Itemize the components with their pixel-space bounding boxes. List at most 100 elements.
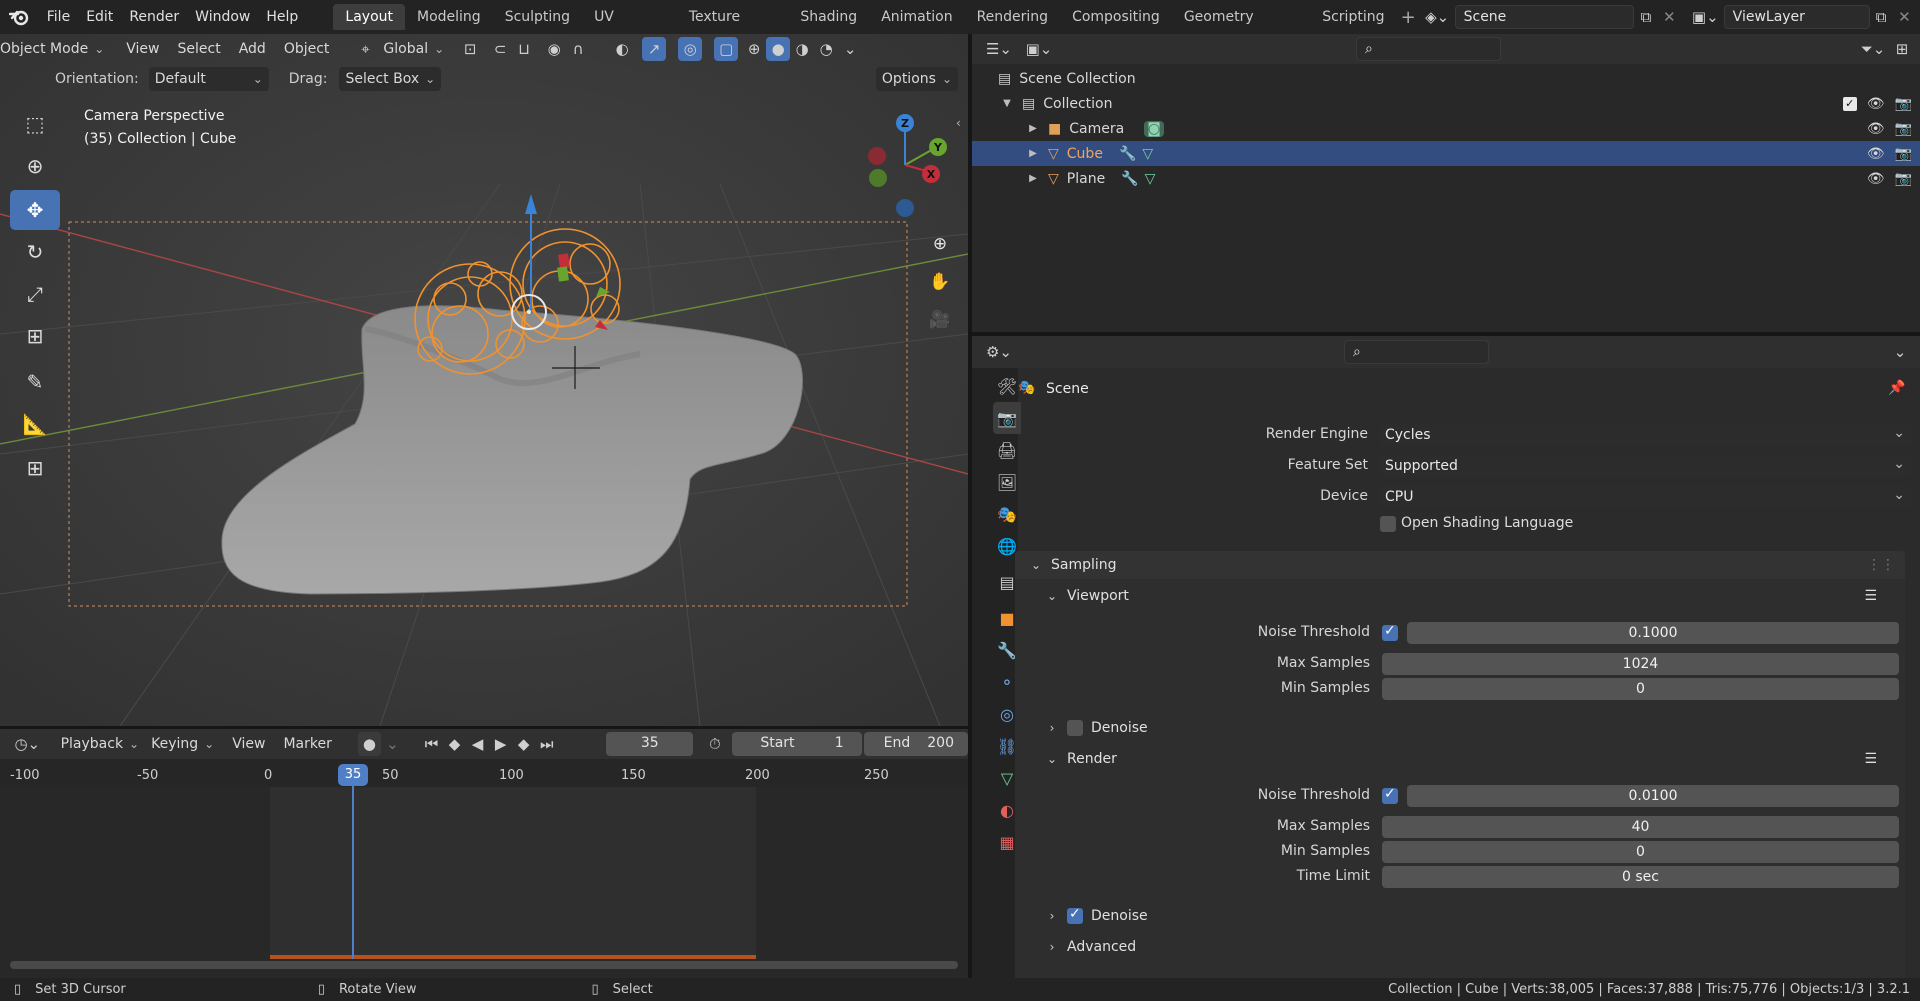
view-layer-selector-icon[interactable]: ▣⌄ <box>1687 5 1724 29</box>
menu-file[interactable]: File <box>39 0 78 34</box>
sampling-drag-handle-icon[interactable]: ⋮⋮ <box>1867 557 1895 573</box>
render-engine-dropdown[interactable]: Cycles <box>1379 422 1911 446</box>
add-workspace-icon[interactable]: + <box>1396 5 1419 29</box>
menu-edit[interactable]: Edit <box>78 0 121 34</box>
cube-render-camera-icon[interactable]: 📷 <box>1895 146 1912 162</box>
viewport-noise-threshold-field[interactable]: 0.1000 <box>1407 622 1899 644</box>
tab-scripting[interactable]: Scripting <box>1310 4 1396 30</box>
outliner-scene-collection[interactable]: ▤ Scene Collection <box>972 66 1920 91</box>
collection-render-camera-icon[interactable]: 📷 <box>1895 96 1912 112</box>
tab-compositing[interactable]: Compositing <box>1060 4 1172 30</box>
viewport-menu-add[interactable]: Add <box>233 37 272 61</box>
render-noise-threshold-checkbox[interactable] <box>1382 786 1398 804</box>
time-limit-field[interactable]: 0 sec <box>1382 866 1899 888</box>
outliner-editor-type-icon[interactable]: ☰⌄ <box>982 37 1016 61</box>
cursor-tool-icon[interactable]: ⊕ <box>10 146 60 186</box>
add-cube-tool-icon[interactable]: ⊞ <box>10 448 60 488</box>
viewport-max-samples-field[interactable]: 1024 <box>1382 653 1899 675</box>
view-layer-field[interactable]: ViewLayer <box>1723 5 1870 29</box>
viewport-min-samples-field[interactable]: 0 <box>1382 678 1899 700</box>
jump-end-icon[interactable]: ⏭ <box>535 732 558 756</box>
timeline-scrollbar[interactable] <box>10 961 958 969</box>
collection-expand-icon[interactable]: ▼ <box>998 98 1016 109</box>
viewport-menu-select[interactable]: Select <box>172 37 227 61</box>
xray-toggle-icon[interactable]: ▢ <box>714 37 739 61</box>
editor-type-timeline-icon[interactable]: ◷⌄ <box>10 732 45 756</box>
camera-expand-icon[interactable]: ▶ <box>1024 123 1042 134</box>
tab-geometry-nodes[interactable]: Geometry Nodes <box>1172 4 1310 51</box>
marker-menu[interactable]: Marker <box>277 732 337 756</box>
tab-rendering[interactable]: Rendering <box>965 4 1061 30</box>
pan-hand-icon[interactable]: ✋ <box>924 266 956 298</box>
outliner-item-plane[interactable]: ▶ ▽ Plane 🔧 ▽ 👁 📷 <box>972 166 1920 191</box>
plane-visibility-eye-icon[interactable]: 👁 <box>1867 171 1885 187</box>
camera-render-camera-icon[interactable]: 📷 <box>1895 121 1912 137</box>
render-min-samples-field[interactable]: 0 <box>1382 841 1899 863</box>
cube-modifier-wrench-icon[interactable]: 🔧 <box>1119 146 1136 162</box>
overlay-toggle-icon[interactable]: ◎ <box>678 37 703 61</box>
visibility-icon[interactable]: ◐ <box>610 37 634 61</box>
render-presets-icon[interactable]: ☰ <box>1864 751 1877 767</box>
viewport-presets-icon[interactable]: ☰ <box>1864 588 1877 604</box>
viewport-denoise-checkbox[interactable] <box>1067 720 1083 736</box>
tool-tab-icon[interactable]: 🛠 <box>993 370 1021 402</box>
transform-orientation-icon[interactable]: ⌖ <box>353 37 377 61</box>
blender-logo-icon[interactable] <box>0 0 39 34</box>
orientation-dropdown[interactable]: Default <box>148 67 269 91</box>
tab-layout[interactable]: Layout <box>333 4 405 30</box>
delete-view-layer-icon[interactable]: ✕ <box>1893 5 1916 29</box>
options-dropdown[interactable]: Options <box>875 67 958 91</box>
tab-shading[interactable]: Shading <box>788 4 869 30</box>
zoom-icon[interactable]: ⊕ <box>924 228 956 260</box>
tab-modeling[interactable]: Modeling <box>405 4 493 30</box>
output-tab-icon[interactable]: 🖨 <box>993 434 1021 466</box>
rotate-tool-icon[interactable]: ↻ <box>10 232 60 272</box>
snap-target-icon[interactable]: ⊔ <box>512 37 536 61</box>
timeline-view-menu[interactable]: View <box>226 732 271 756</box>
keying-menu[interactable]: Keying <box>145 732 220 756</box>
device-dropdown[interactable]: CPU <box>1379 484 1911 508</box>
end-frame-field[interactable]: End 200 <box>863 732 968 756</box>
material-shading-icon[interactable]: ◑ <box>790 37 814 61</box>
plane-render-camera-icon[interactable]: 📷 <box>1895 171 1912 187</box>
tab-uv-editing[interactable]: UV Editing <box>582 4 677 51</box>
scene-name-field[interactable]: Scene <box>1454 5 1635 29</box>
viewport-subpanel-header[interactable]: ⌄ Viewport ☰ <box>1015 582 1905 610</box>
play-reverse-icon[interactable]: ◀ <box>466 732 489 756</box>
cube-mesh-data-icon[interactable]: ▽ <box>1142 146 1153 162</box>
sidebar-toggle-icon[interactable]: ‹ <box>956 116 961 130</box>
render-subpanel-header[interactable]: ⌄ Render ☰ <box>1015 745 1905 773</box>
delete-scene-icon[interactable]: ✕ <box>1658 5 1681 29</box>
osl-checkbox[interactable] <box>1380 516 1396 532</box>
select-box-tool-icon[interactable]: ⬚ <box>10 104 60 144</box>
outliner-display-mode-icon[interactable]: ▣⌄ <box>1022 37 1056 61</box>
auto-key-record-icon[interactable]: ● <box>357 732 381 756</box>
playhead-frame-badge[interactable]: 35 <box>338 764 368 786</box>
tab-sculpting[interactable]: Sculpting <box>493 4 582 30</box>
transform-tool-icon[interactable]: ⊞ <box>10 316 60 356</box>
outliner-collection[interactable]: ▼ ▤ Collection ✓ 👁 📷 <box>972 91 1920 116</box>
tab-texture-paint[interactable]: Texture Paint <box>677 4 789 51</box>
next-keyframe-icon[interactable]: ◆ <box>512 732 535 756</box>
move-tool-icon[interactable]: ✥ <box>10 190 60 230</box>
transform-orientation-dropdown[interactable]: Global <box>377 37 450 61</box>
cube-visibility-eye-icon[interactable]: 👁 <box>1867 146 1885 162</box>
jump-start-icon[interactable]: ⏮ <box>420 732 443 756</box>
plane-modifier-wrench-icon[interactable]: 🔧 <box>1121 171 1138 187</box>
render-denoise-subpanel-header[interactable]: › Denoise <box>1015 902 1905 930</box>
falloff-icon[interactable]: ∩ <box>566 37 590 61</box>
outliner-item-camera[interactable]: ▶ ■ Camera ◙ 👁 📷 <box>972 116 1920 141</box>
keyframe-type-icon[interactable]: ⌄ <box>381 732 404 756</box>
sampling-panel-header[interactable]: ⌄ Sampling ⋮⋮ <box>1015 551 1905 579</box>
timeline[interactable]: ◷⌄ Playback Keying View Marker ● ⌄ ⏮ ◆ ◀… <box>0 729 968 978</box>
camera-visibility-eye-icon[interactable]: 👁 <box>1867 121 1885 137</box>
properties-editor-type-icon[interactable]: ⚙⌄ <box>982 340 1016 364</box>
outliner-search-field[interactable]: ⌕ <box>1356 37 1501 61</box>
viewport-denoise-subpanel-header[interactable]: › Denoise <box>1015 714 1905 742</box>
collection-visibility-eye-icon[interactable]: 👁 <box>1867 96 1885 112</box>
shading-options-icon[interactable]: ⌄ <box>838 37 862 61</box>
viewport-noise-threshold-checkbox[interactable] <box>1382 623 1398 641</box>
viewport-3d[interactable]: Object Mode View Select Add Object ⌖ Glo… <box>0 34 968 726</box>
mode-dropdown[interactable]: Object Mode <box>0 37 110 61</box>
menu-window[interactable]: Window <box>187 0 258 34</box>
